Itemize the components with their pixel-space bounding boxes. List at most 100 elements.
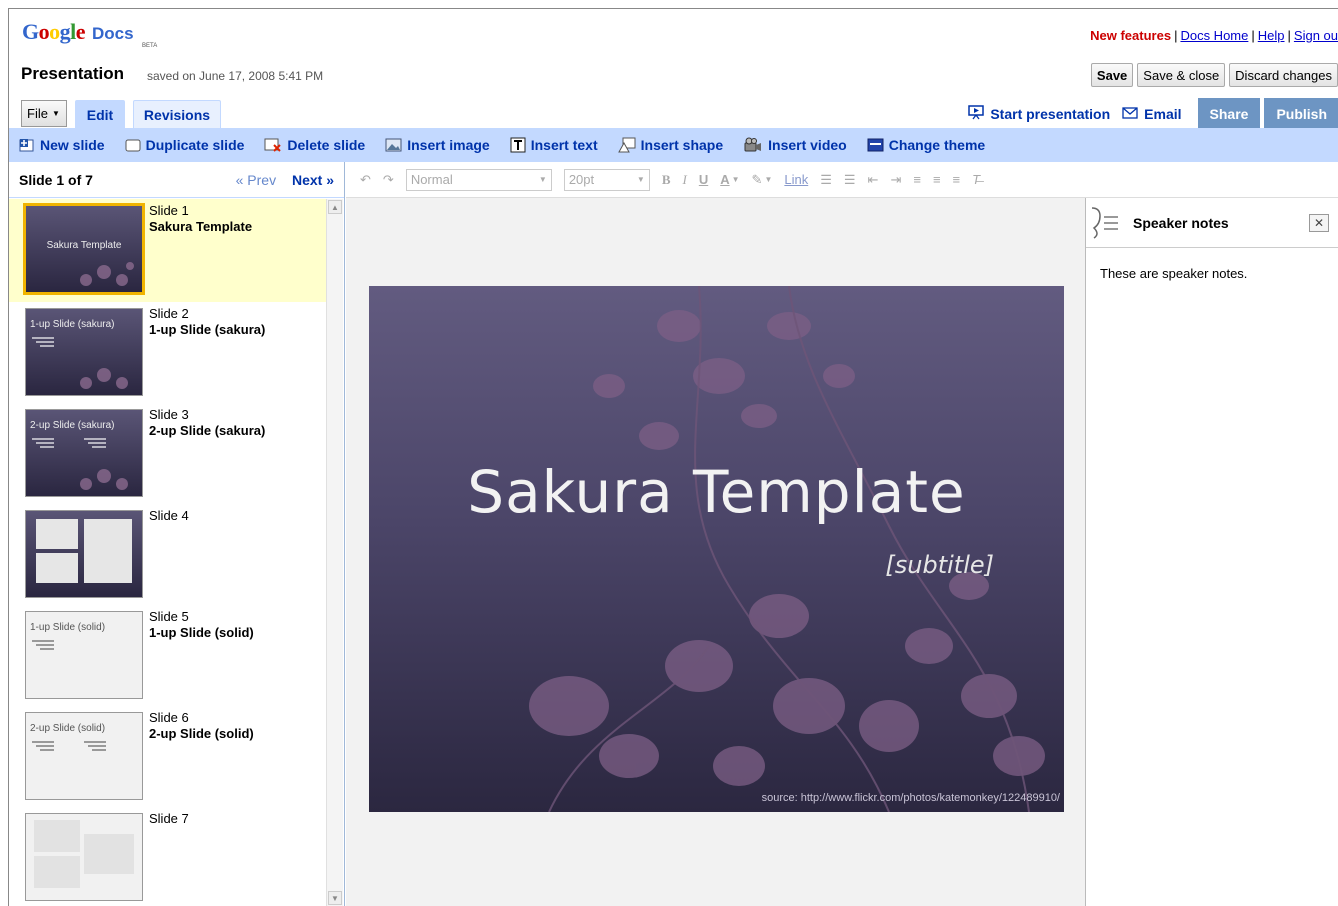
- speaker-notes-header: Speaker notes ✕: [1086, 198, 1338, 248]
- tab-edit[interactable]: Edit: [75, 100, 125, 129]
- slide-number: Slide 5: [149, 609, 189, 624]
- publish-button[interactable]: Publish: [1264, 98, 1338, 130]
- slide-thumbnail[interactable]: [25, 813, 143, 901]
- delete-slide-button[interactable]: Delete slide: [264, 137, 365, 153]
- speaker-notes-text[interactable]: These are speaker notes.: [1100, 266, 1247, 281]
- close-icon[interactable]: ✕: [1309, 214, 1329, 232]
- insert-shape-button[interactable]: Insert shape: [617, 137, 724, 153]
- slide-title-text[interactable]: Sakura Template: [369, 458, 1064, 526]
- new-features-link[interactable]: New features: [1090, 28, 1171, 43]
- style-select-value: Normal: [410, 172, 453, 187]
- bullet-lines: [32, 638, 62, 658]
- undo-icon[interactable]: ↶: [360, 172, 371, 188]
- slide-list-item[interactable]: Slide 7: [9, 807, 329, 906]
- slide-list-item[interactable]: 2-up Slide (sakura) Slide 3 2-up Slide (…: [9, 403, 329, 504]
- text-color-button[interactable]: A ▼: [720, 172, 739, 187]
- insert-shape-label: Insert shape: [640, 137, 724, 153]
- bold-button[interactable]: B: [662, 172, 671, 188]
- scroll-down-icon[interactable]: ▼: [328, 891, 342, 905]
- logo-google: Google: [22, 19, 86, 44]
- align-left-icon[interactable]: ≡: [913, 172, 921, 187]
- envelope-icon: [1122, 106, 1138, 122]
- document-actions: Save Save & close Discard changes: [1090, 63, 1338, 87]
- slide-number: Slide 3: [149, 407, 189, 422]
- duplicate-slide-label: Duplicate slide: [145, 137, 245, 153]
- slide-subtitle-text[interactable]: [subtitle]: [885, 551, 994, 579]
- google-docs-logo[interactable]: Google Docs BETA: [22, 19, 157, 53]
- file-menu-label: File: [27, 106, 48, 121]
- document-title[interactable]: Presentation: [21, 64, 124, 84]
- change-theme-button[interactable]: Change theme: [867, 137, 985, 153]
- save-close-button[interactable]: Save & close: [1137, 63, 1226, 87]
- email-button[interactable]: Email: [1122, 106, 1182, 122]
- duplicate-slide-button[interactable]: Duplicate slide: [125, 137, 245, 153]
- underline-button[interactable]: U: [699, 172, 708, 187]
- link-button[interactable]: Link: [784, 172, 808, 187]
- font-size-value: 20pt: [568, 172, 595, 187]
- insert-video-label: Insert video: [768, 137, 847, 153]
- slide-thumbnail[interactable]: 2-up Slide (sakura): [25, 409, 143, 497]
- slide-list-scrollbar[interactable]: ▲ ▼: [326, 199, 343, 906]
- speaker-notes-title: Speaker notes: [1133, 215, 1229, 231]
- placeholder-box: [34, 820, 80, 852]
- new-slide-icon: [19, 138, 35, 152]
- presentation-actions: Start presentation Email Share Publish: [968, 98, 1338, 130]
- change-theme-label: Change theme: [888, 137, 986, 153]
- slide-list-item[interactable]: Slide 4: [9, 504, 329, 605]
- share-button[interactable]: Share: [1197, 98, 1261, 130]
- scroll-up-icon[interactable]: ▲: [328, 200, 342, 214]
- thumbnail-title: 2-up Slide (solid): [30, 723, 106, 734]
- new-slide-button[interactable]: New slide: [19, 137, 105, 153]
- start-presentation-button[interactable]: Start presentation: [968, 105, 1110, 123]
- thumbnail-title: 1-up Slide (sakura): [30, 319, 115, 330]
- slide-title: Sakura Template: [149, 219, 253, 234]
- slide-canvas[interactable]: Sakura Template [subtitle] source: http:…: [369, 286, 1064, 812]
- slide-list-item[interactable]: 1-up Slide (sakura) Slide 2 1-up Slide (…: [9, 302, 329, 403]
- increase-indent-icon[interactable]: ⇥: [890, 172, 901, 188]
- slide-number: Slide 7: [149, 811, 189, 826]
- help-link[interactable]: Help: [1258, 28, 1285, 43]
- slide-list-item[interactable]: 2-up Slide (solid) Slide 6 2-up Slide (s…: [9, 706, 329, 807]
- bullet-lines: [32, 436, 62, 456]
- slide-thumbnail[interactable]: 1-up Slide (solid): [25, 611, 143, 699]
- decrease-indent-icon[interactable]: ⇤: [868, 172, 879, 188]
- slide-thumbnail[interactable]: 2-up Slide (solid): [25, 712, 143, 800]
- align-center-icon[interactable]: ≡: [933, 172, 941, 187]
- style-select[interactable]: Normal ▼: [405, 168, 552, 191]
- italic-button[interactable]: I: [682, 172, 686, 188]
- bullet-lines: [32, 335, 62, 355]
- bullet-lines: [84, 436, 114, 456]
- slide-list-item[interactable]: 1-up Slide (solid) Slide 5 1-up Slide (s…: [9, 605, 329, 706]
- insert-image-button[interactable]: Insert image: [385, 137, 490, 153]
- slide-thumbnail[interactable]: 1-up Slide (sakura): [25, 308, 143, 396]
- slide-title: 1-up Slide (solid): [149, 625, 254, 640]
- prev-slide-link[interactable]: « Prev: [236, 172, 276, 188]
- bulleted-list-icon[interactable]: ☰: [844, 172, 856, 188]
- next-slide-link[interactable]: Next »: [292, 172, 334, 188]
- docs-home-link[interactable]: Docs Home: [1180, 28, 1248, 43]
- sign-out-link[interactable]: Sign ou: [1294, 28, 1338, 43]
- redo-icon[interactable]: ↷: [383, 172, 394, 188]
- insert-text-button[interactable]: Insert text: [510, 137, 598, 153]
- slide-thumbnail[interactable]: [25, 510, 143, 598]
- insert-video-button[interactable]: Insert video: [743, 137, 847, 153]
- thumbnail-title: 1-up Slide (solid): [30, 622, 106, 633]
- slide-list-item[interactable]: Sakura Template Slide 1 Sakura Template: [9, 199, 329, 302]
- placeholder-box: [84, 834, 134, 874]
- slide-thumbnail[interactable]: Sakura Template: [23, 203, 145, 295]
- tab-revisions[interactable]: Revisions: [133, 100, 221, 129]
- font-size-select[interactable]: 20pt ▼: [563, 168, 650, 191]
- format-toolbar: ↶ ↷ Normal ▼ 20pt ▼ B I U A ▼ ✎ ▼ Link ☰ ☰ ⇤…: [346, 162, 1338, 198]
- sakura-background-icon: [529, 286, 1045, 812]
- numbered-list-icon[interactable]: ☰: [820, 172, 832, 188]
- duplicate-slide-icon: [125, 138, 141, 152]
- slide-number: Slide 2: [149, 306, 189, 321]
- save-button[interactable]: Save: [1090, 63, 1134, 87]
- sakura-pattern-icon: [80, 262, 134, 286]
- remove-formatting-icon[interactable]: T̶: [972, 172, 980, 187]
- placeholder-box: [36, 553, 78, 583]
- align-right-icon[interactable]: ≡: [953, 172, 961, 187]
- file-menu-button[interactable]: File ▼: [21, 100, 67, 127]
- highlight-color-icon[interactable]: ✎ ▼: [752, 172, 773, 188]
- discard-changes-button[interactable]: Discard changes: [1229, 63, 1338, 87]
